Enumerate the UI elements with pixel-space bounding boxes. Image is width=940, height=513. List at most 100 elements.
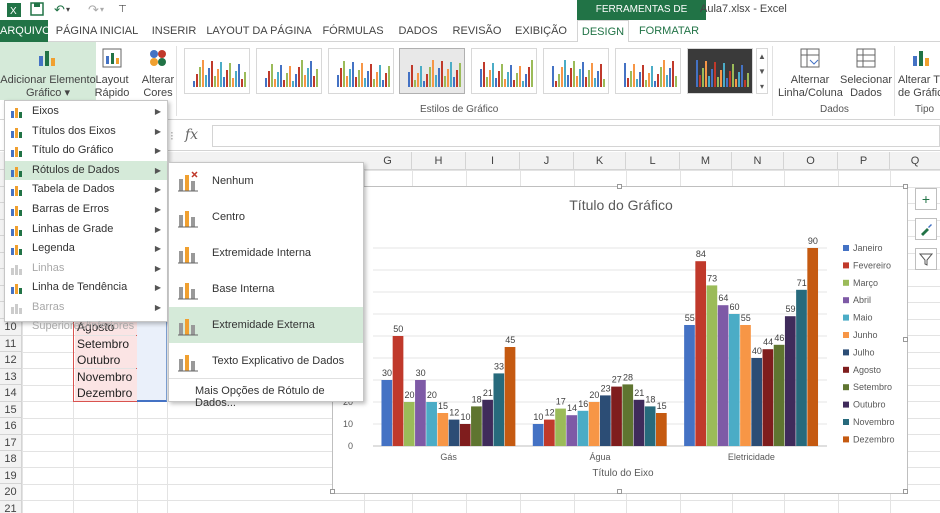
bar-novembro-2[interactable]	[796, 289, 807, 446]
bar-outubro-1[interactable]	[633, 399, 645, 446]
bar-abril-2[interactable]	[717, 305, 729, 446]
bar-setembro-2[interactable]	[773, 344, 785, 446]
column-header-j[interactable]: J	[520, 152, 574, 170]
bar-junho-2[interactable]	[740, 325, 751, 446]
chart-filters-button[interactable]	[915, 248, 937, 270]
column-header-p[interactable]: P	[838, 152, 890, 170]
tab-file[interactable]: ARQUIVO	[0, 20, 51, 42]
bar-outubro-2[interactable]	[784, 316, 796, 446]
bar-abril-0[interactable]	[415, 380, 426, 446]
tab-design[interactable]: DESIGN	[577, 20, 629, 43]
row-header-14[interactable]: 14	[0, 385, 22, 402]
chart-style-4[interactable]	[399, 48, 465, 94]
undo-icon[interactable]: ↶	[54, 2, 65, 18]
cell-outubro[interactable]: Outubro	[75, 352, 137, 368]
bar-junho-1[interactable]	[588, 402, 600, 446]
chart-style-8[interactable]	[687, 48, 753, 94]
bar-setembro-0[interactable]	[471, 406, 482, 446]
cell-dezembro[interactable]: Dezembro	[75, 385, 137, 401]
bar-março-0[interactable]	[403, 402, 415, 446]
data-label-option-extremidade-externa[interactable]: Extremidade Externa	[169, 307, 363, 343]
column-header-o[interactable]: O	[784, 152, 838, 170]
row-header-11[interactable]: 11	[0, 335, 22, 352]
data-label-option-extremidade-interna[interactable]: Extremidade Interna	[169, 235, 363, 271]
column-header-i[interactable]: I	[466, 152, 520, 170]
row-header-17[interactable]: 17	[0, 434, 22, 451]
bar-novembro-1[interactable]	[644, 406, 656, 446]
row-header-16[interactable]: 16	[0, 418, 22, 435]
chart-plot[interactable]: 0102030502030201512 1018213345Gás10 121714…	[333, 187, 909, 495]
tab-insert[interactable]: INSERIR	[146, 20, 202, 42]
tab-home[interactable]: PÁGINA INICIAL	[54, 20, 140, 42]
column-header-l[interactable]: L	[626, 152, 680, 170]
chart-style-1[interactable]	[184, 48, 250, 94]
bar-fevereiro-0[interactable]	[392, 336, 404, 446]
resize-handle[interactable]	[903, 489, 908, 494]
row-header-13[interactable]: 13	[0, 368, 22, 385]
bar-março-2[interactable]	[706, 285, 718, 446]
tab-formulas[interactable]: FÓRMULAS	[318, 20, 388, 42]
redo-dropdown-icon[interactable]: ▾	[100, 2, 104, 18]
chart-style-6[interactable]	[543, 48, 609, 94]
column-header-m[interactable]: M	[680, 152, 732, 170]
resize-handle[interactable]	[903, 337, 908, 342]
chart-styles-button[interactable]	[915, 218, 937, 240]
bar-dezembro-0[interactable]	[504, 347, 516, 446]
data-label-option-texto-explicativo-de-dados[interactable]: Texto Explicativo de Dados	[169, 343, 363, 379]
menu-item-linha-de-tend-ncia[interactable]: Linha de Tendência ▶	[5, 278, 167, 298]
resize-handle[interactable]	[330, 489, 335, 494]
bar-novembro-0[interactable]	[493, 373, 505, 446]
bar-junho-0[interactable]	[437, 413, 449, 446]
column-header-q[interactable]: Q	[890, 152, 940, 170]
formula-input[interactable]	[212, 125, 940, 147]
chart-elements-button[interactable]: +	[915, 188, 937, 210]
bar-março-1[interactable]	[555, 408, 566, 446]
cell-novembro[interactable]: Novembro	[75, 368, 137, 385]
styles-scroll[interactable]: ▲ ▼ ▾	[756, 48, 768, 94]
chart-style-7[interactable]	[615, 48, 681, 94]
menu-item-barras-de-erros[interactable]: Barras de Erros ▶	[5, 200, 167, 220]
resize-handle[interactable]	[903, 184, 908, 189]
chart-style-5[interactable]	[471, 48, 537, 94]
menu-item-r-tulos-de-dados[interactable]: Rótulos de Dados ▶	[5, 160, 167, 181]
row-header-15[interactable]: 15	[0, 401, 22, 418]
row-header-19[interactable]: 19	[0, 467, 22, 484]
menu-item-eixos[interactable]: Eixos ▶	[5, 102, 167, 122]
bar-julho-2[interactable]	[751, 358, 763, 446]
bar-janeiro-1[interactable]	[532, 424, 544, 446]
bar-maio-1[interactable]	[577, 410, 589, 446]
bar-maio-2[interactable]	[728, 314, 740, 446]
undo-dropdown-icon[interactable]: ▾	[66, 2, 70, 18]
bar-dezembro-2[interactable]	[807, 248, 819, 446]
row-header-20[interactable]: 20	[0, 484, 22, 501]
bar-julho-1[interactable]	[600, 395, 611, 446]
bar-agosto-1[interactable]	[611, 386, 622, 446]
resize-handle[interactable]	[617, 489, 622, 494]
menu-item-t-tulos-dos-eixos[interactable]: Títulos dos Eixos ▶	[5, 122, 167, 142]
bar-dezembro-1[interactable]	[656, 413, 667, 446]
menu-item-tabela-de-dados[interactable]: Tabela de Dados ▶	[5, 180, 167, 200]
menu-item-linhas-de-grade[interactable]: Linhas de Grade ▶	[5, 220, 167, 240]
bar-janeiro-0[interactable]	[381, 380, 393, 446]
redo-icon[interactable]: ↷	[88, 2, 99, 18]
bar-outubro-0[interactable]	[482, 399, 493, 446]
customize-qat-icon[interactable]: ⊤	[118, 2, 127, 18]
data-label-option-base-interna[interactable]: Base Interna	[169, 271, 363, 307]
tab-format[interactable]: FORMATAR	[633, 20, 705, 42]
row-header-18[interactable]: 18	[0, 451, 22, 468]
bar-agosto-2[interactable]	[762, 349, 774, 446]
save-icon[interactable]	[30, 2, 44, 18]
column-header-h[interactable]: H	[412, 152, 466, 170]
resize-handle[interactable]	[617, 184, 622, 189]
bar-julho-0[interactable]	[448, 419, 460, 446]
select-data-button[interactable]: Selecionar Dados	[840, 46, 892, 100]
insert-function-icon[interactable]: fx	[185, 127, 198, 143]
more-data-label-options[interactable]: Mais Opções de Rótulo de Dados...	[195, 385, 363, 409]
column-header-n[interactable]: N	[732, 152, 784, 170]
add-chart-element-button[interactable]: Adicionar Elemento Gráfico ▾	[0, 42, 96, 100]
data-label-option-nenhum[interactable]: Nenhum	[169, 163, 363, 199]
switch-row-column-button[interactable]: Alternar Linha/Coluna	[778, 46, 843, 100]
chart-area[interactable]: Título do Gráfico 0 10 20 30 50 20 30 20 15 12 10 1…	[330, 184, 909, 495]
tab-data[interactable]: DADOS	[394, 20, 442, 42]
bar-janeiro-2[interactable]	[684, 325, 695, 446]
